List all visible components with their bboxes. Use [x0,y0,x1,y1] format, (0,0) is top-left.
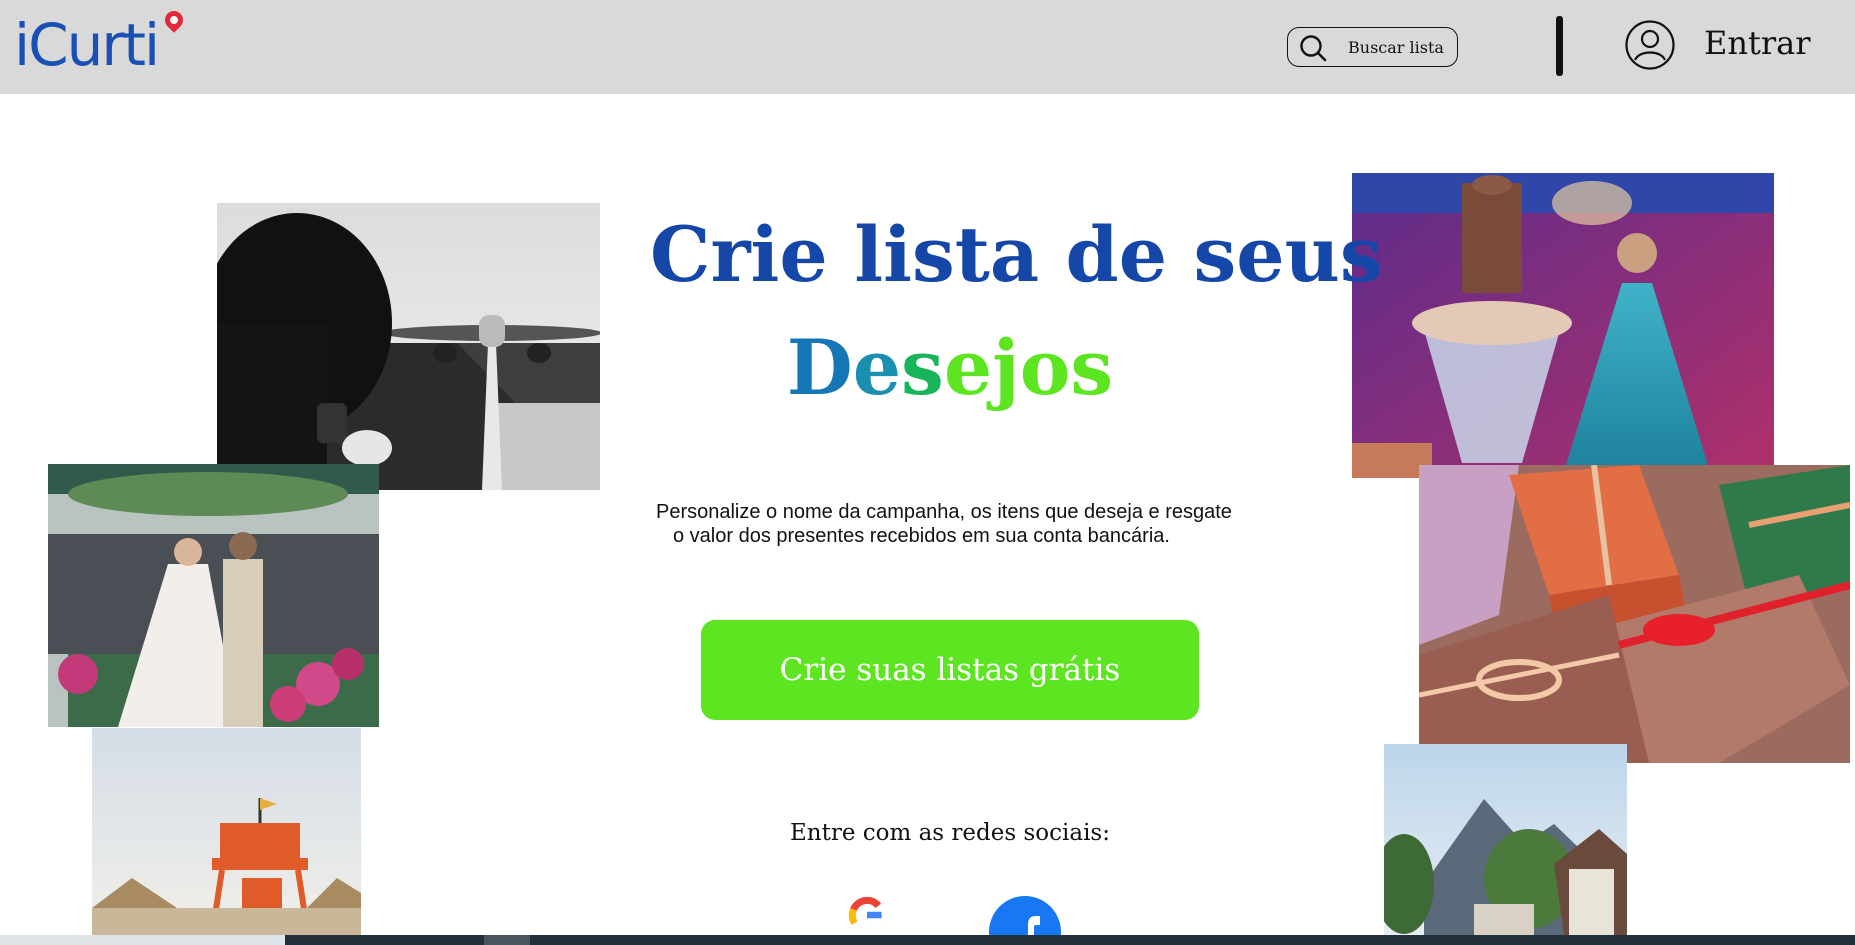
description-line-2: o valor dos presentes recebidos em sua c… [673,525,1170,547]
top-header: iCurti Entrar [0,0,1855,94]
subtitle-letter: e [943,323,993,412]
search-input[interactable] [1346,28,1458,67]
taskbar-left-segment [0,935,285,945]
google-icon [848,896,882,925]
hero-title: Crie lista de seus [650,210,1383,299]
gift-boxes-photo [1419,465,1850,763]
mountain-village-photo [1384,744,1627,935]
create-lists-button[interactable]: Crie suas listas grátis [701,620,1199,720]
airplane-runway-photo [217,203,600,490]
hero-description: Personalize o nome da campanha, os itens… [656,500,1276,548]
user-account-icon[interactable] [1624,19,1676,71]
taskbar-app-segment[interactable] [484,935,530,945]
os-taskbar [0,935,1855,945]
quinceanera-party-photo [1352,173,1774,478]
gradient-word: Desejos [787,323,1113,412]
search-box[interactable] [1287,27,1458,67]
subtitle-letter: D [786,323,853,412]
description-line-1: Personalize o nome da campanha, os itens… [656,501,1232,523]
facebook-login-button[interactable] [988,894,1062,935]
wedding-celebration-photo [48,464,379,727]
subtitle-letter: s [1070,323,1114,412]
header-divider [1556,16,1563,76]
subtitle-letter: e [852,323,902,412]
subtitle-letter: j [992,323,1020,412]
beach-lifeguard-photo [92,728,361,935]
search-icon[interactable] [1298,33,1328,63]
facebook-icon [989,896,1061,935]
subtitle-letter: o [1019,323,1071,412]
google-login-button[interactable] [830,895,904,935]
location-pin-icon [161,7,187,33]
hero-subtitle: Desejos [650,318,1250,418]
subtitle-letter: s [901,323,944,412]
brand-logo[interactable]: iCurti [14,10,160,80]
social-login-label: Entre com as redes sociais: [789,820,1110,846]
login-link[interactable]: Entrar [1704,20,1811,66]
